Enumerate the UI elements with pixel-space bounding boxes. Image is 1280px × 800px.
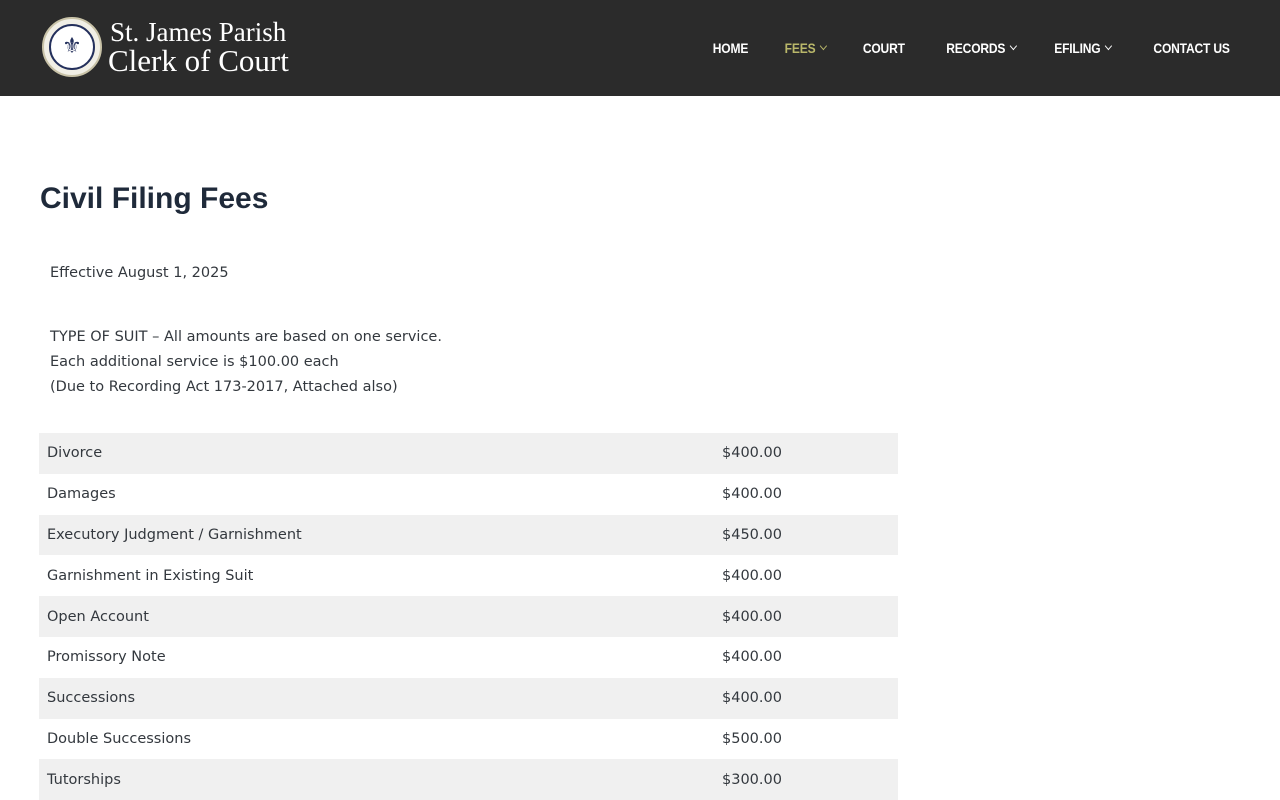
chevron-down-icon	[1009, 41, 1017, 51]
fee-amount: $450.00	[722, 526, 782, 543]
site-brand: St. James Parish Clerk of Court	[108, 18, 289, 76]
fee-note: (Due to Recording Act 173-2017, Attached…	[50, 379, 398, 395]
chevron-down-icon	[1105, 41, 1113, 51]
table-row: Damages $400.00	[39, 474, 898, 515]
parish-seal-icon: ⚜	[42, 17, 102, 77]
fee-amount: $400.00	[722, 486, 782, 503]
fee-name: Damages	[47, 486, 116, 503]
fee-name: Double Successions	[47, 730, 192, 747]
fee-name: Divorce	[47, 445, 103, 462]
nav-records[interactable]: RECORDS	[946, 40, 1017, 56]
nav-label: RECORDS	[946, 40, 1006, 56]
nav-court[interactable]: COURT	[863, 40, 905, 56]
fee-amount: $400.00	[722, 445, 782, 462]
fee-note: TYPE OF SUIT – All amounts are based on …	[50, 329, 442, 345]
fee-amount: $400.00	[722, 690, 782, 707]
effective-date: Effective August 1, 2025	[50, 265, 229, 281]
fee-amount: $300.00	[722, 771, 782, 788]
nav-fees[interactable]: FEES	[784, 40, 828, 56]
nav-home[interactable]: HOME	[712, 40, 749, 56]
fee-notes: TYPE OF SUIT – All amounts are based on …	[50, 325, 442, 400]
fee-amount: $400.00	[722, 649, 782, 666]
brand-line-2: Clerk of Court	[108, 43, 289, 78]
fee-amount: $500.00	[722, 730, 782, 747]
site-header: ⚜ St. James Parish Clerk of Court HOME F…	[0, 0, 1280, 96]
fee-table: Divorce $400.00 Damages $400.00 Executor…	[39, 433, 898, 800]
table-row: Divorce $400.00	[39, 433, 898, 474]
fee-amount: $400.00	[722, 608, 782, 625]
nav-label: FEES	[784, 40, 816, 56]
fee-name: Promissory Note	[47, 649, 166, 666]
nav-label: EFILING	[1054, 40, 1101, 56]
table-row: Double Successions $500.00	[39, 719, 898, 760]
fee-amount: $400.00	[722, 567, 782, 584]
site-logo[interactable]: ⚜ St. James Parish Clerk of Court	[42, 17, 289, 77]
table-row: Promissory Note $400.00	[39, 637, 898, 678]
table-row: Garnishment in Existing Suit $400.00	[39, 555, 898, 596]
table-row: Successions $400.00	[39, 677, 898, 719]
nav-efiling[interactable]: EFILING	[1054, 40, 1113, 56]
fee-name: Tutorships	[47, 771, 121, 788]
fee-name: Successions	[47, 690, 136, 707]
table-row: Tutorships $300.00	[39, 759, 898, 800]
page-title: Civil Filing Fees	[40, 182, 269, 215]
table-row: Executory Judgment / Garnishment $450.00	[39, 514, 898, 556]
chevron-down-icon	[819, 41, 828, 51]
main-nav: HOME FEES COURT RECORDS EFILING CONTACT …	[677, 0, 1230, 96]
table-row: Open Account $400.00	[39, 596, 898, 637]
fee-name: Garnishment in Existing Suit	[47, 567, 254, 584]
fee-note: Each additional service is $100.00 each	[50, 354, 339, 370]
nav-label: COURT	[862, 40, 905, 56]
nav-label: CONTACT US	[1153, 40, 1230, 56]
nav-label: HOME	[712, 40, 749, 56]
brand-line-1: St. James Parish	[110, 17, 287, 47]
fee-name: Executory Judgment / Garnishment	[47, 526, 302, 543]
fee-name: Open Account	[47, 608, 149, 625]
nav-contact-us[interactable]: CONTACT US	[1154, 40, 1230, 56]
